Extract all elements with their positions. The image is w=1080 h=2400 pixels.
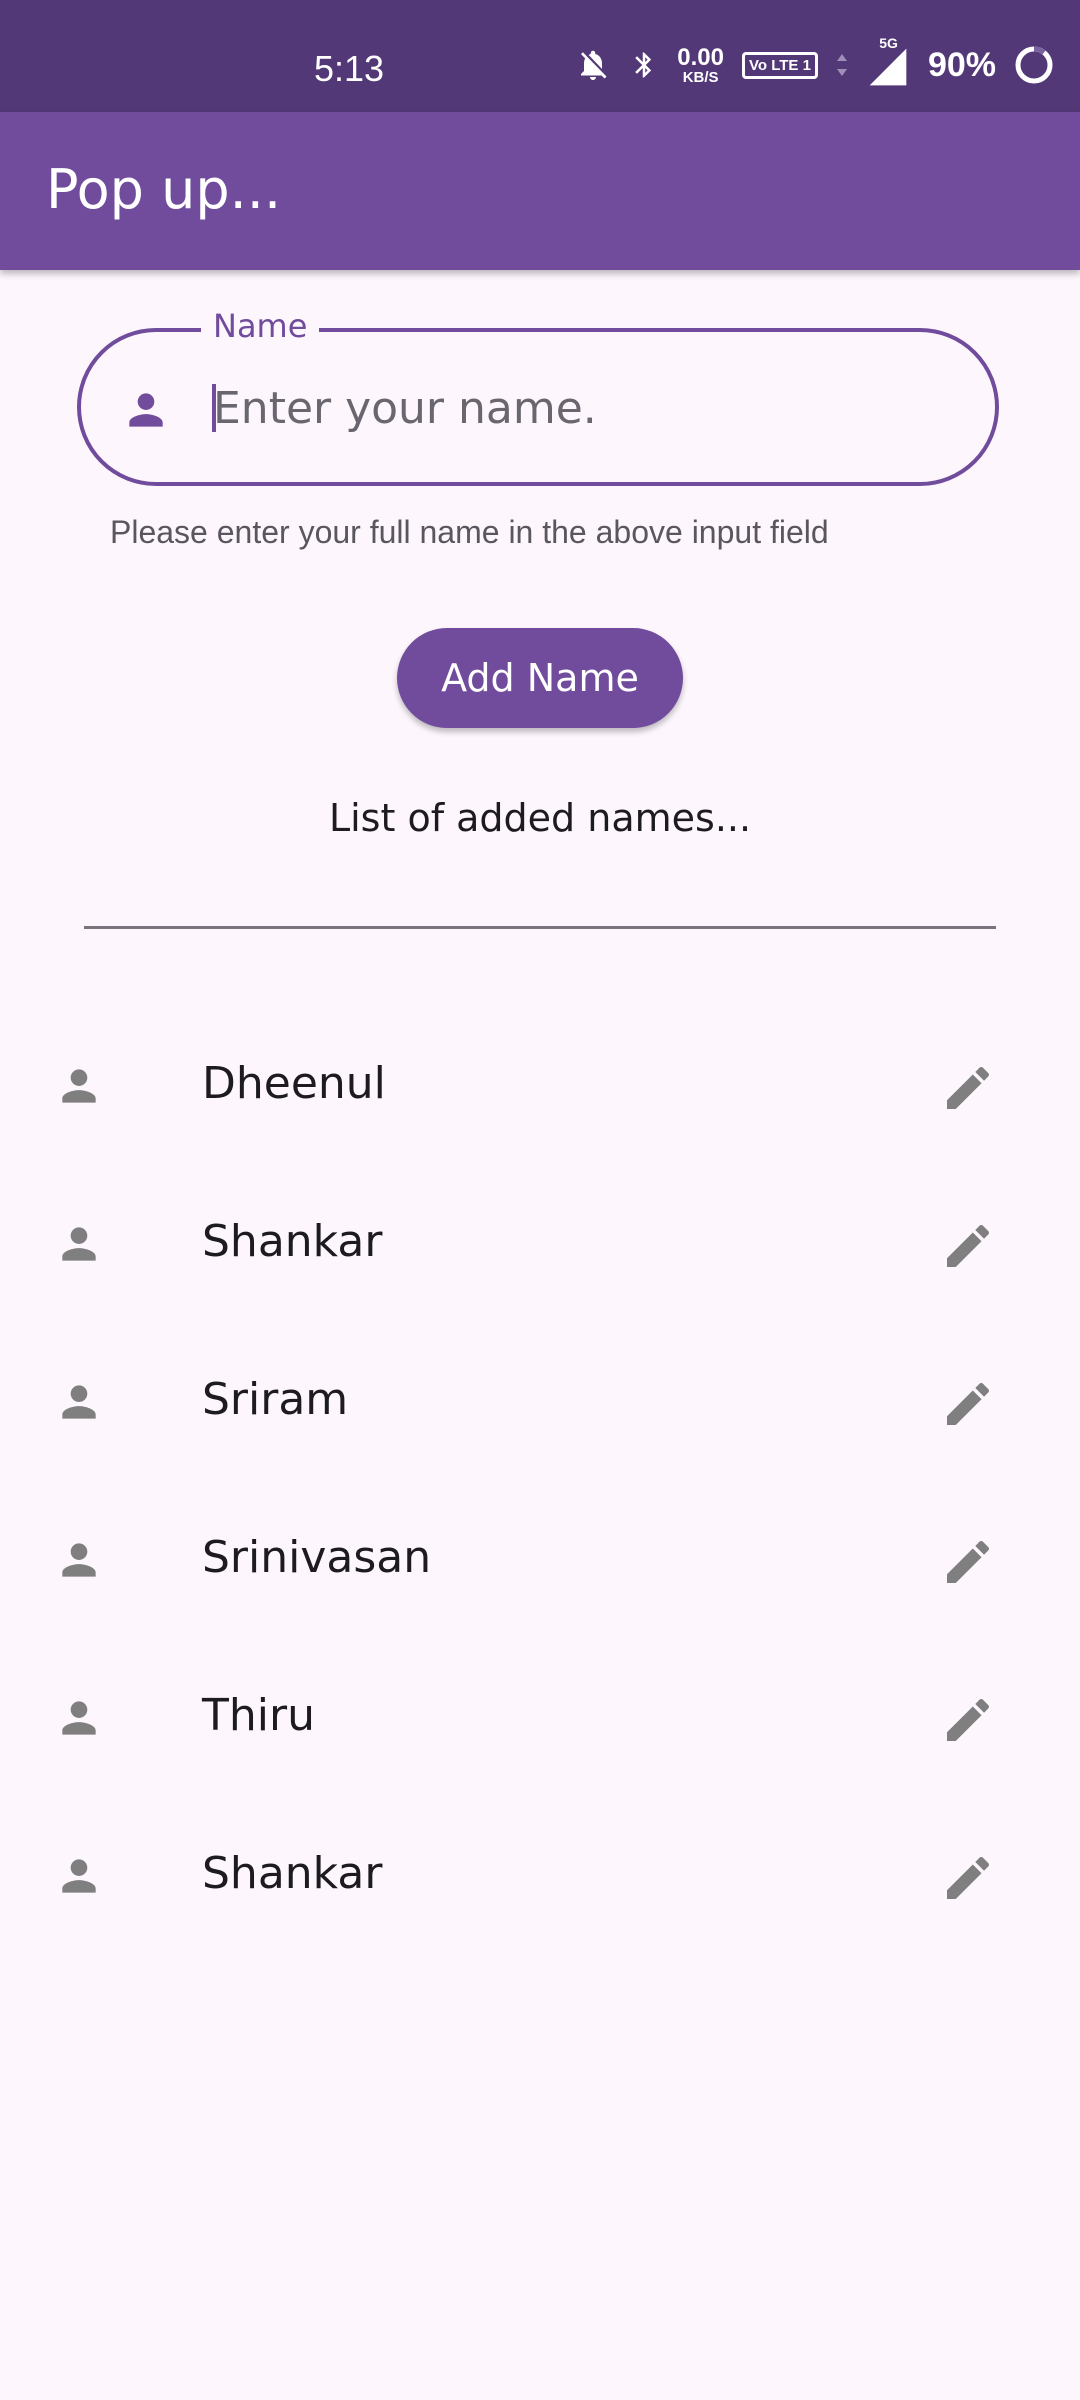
person-icon [54,1851,104,1905]
status-bar: 5:13 0.00 KB/S Vo LTE 1 5G 90% [0,0,1080,112]
person-icon [54,1377,104,1431]
add-name-button[interactable]: Add Name [397,628,683,728]
pencil-icon[interactable] [940,1692,996,1752]
pencil-icon[interactable] [940,1376,996,1436]
pencil-icon[interactable] [940,1218,996,1278]
network-speed: 0.00 KB/S [677,43,724,86]
name-helper-text: Please enter your full name in the above… [110,514,829,550]
battery-ring-icon [1014,45,1054,85]
name-input[interactable] [211,368,955,448]
bluetooth-icon [629,46,659,84]
signal-icon: 5G [866,35,910,87]
name-field[interactable]: Name [77,306,999,486]
app-bar: Pop up... [0,112,1080,270]
list-item-name: Dheenul [202,1058,386,1109]
list-item-name: Sriram [202,1374,349,1425]
person-icon [54,1219,104,1273]
status-time: 5:13 [314,48,385,89]
list-item[interactable]: Shankar [0,1164,1080,1322]
list-item[interactable]: Thiru [0,1638,1080,1796]
pencil-icon[interactable] [940,1534,996,1594]
person-icon [54,1693,104,1747]
page-title: Pop up... [46,158,282,221]
notifications-off-icon [575,47,611,83]
network-speed-unit: KB/S [682,68,719,86]
list-item[interactable]: Srinivasan [0,1480,1080,1638]
list-item-name: Shankar [202,1848,383,1899]
volte-badge: Vo LTE 1 [741,51,818,79]
network-speed-value: 0.00 [677,43,724,71]
person-icon [121,385,171,439]
list-item-name: Srinivasan [202,1532,432,1583]
list-item-name: Thiru [202,1690,315,1741]
person-icon [54,1535,104,1589]
battery-percent: 90% [927,45,996,84]
status-icons: 0.00 KB/S Vo LTE 1 5G 90% [575,35,1054,90]
list-heading: List of added names... [328,796,752,840]
divider [84,926,996,929]
person-icon [54,1061,104,1115]
list-item-name: Shankar [202,1216,383,1267]
pencil-icon[interactable] [940,1850,996,1910]
name-field-label: Name [201,306,320,346]
list-item[interactable]: Sriram [0,1322,1080,1480]
list-item[interactable]: Dheenul [0,1006,1080,1164]
list-item[interactable]: Shankar [0,1796,1080,1954]
names-list: Dheenul Shankar Sriram Srinivasan Thiru … [0,1006,1080,1954]
pencil-icon[interactable] [940,1060,996,1120]
data-arrows-icon [836,52,848,78]
